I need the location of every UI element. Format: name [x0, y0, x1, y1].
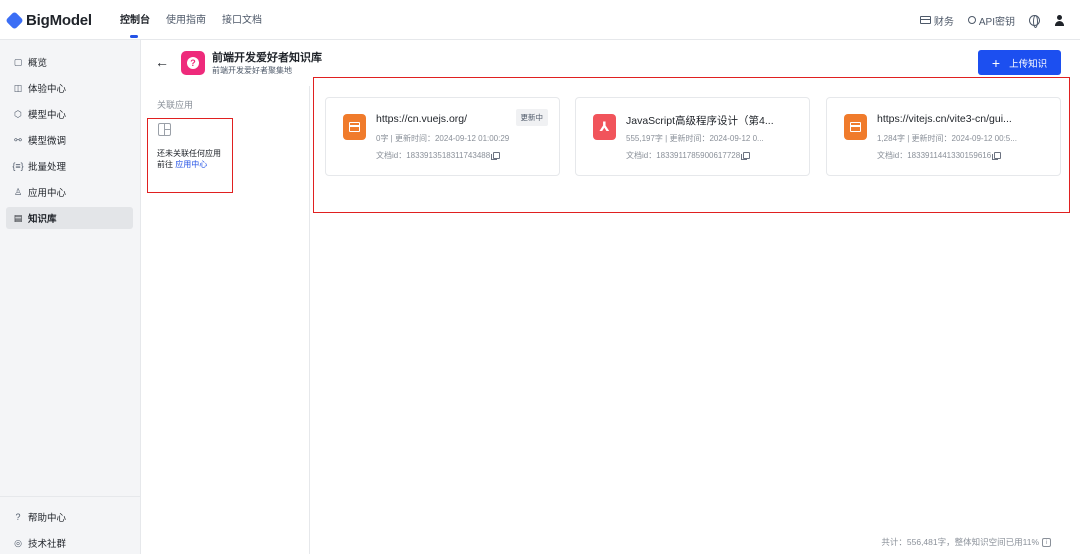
- doc-id-row: 文档id：1833913518311743488: [376, 150, 501, 161]
- sidebar-item-label: 体验中心: [28, 84, 67, 95]
- logo-text: BigModel: [26, 12, 92, 29]
- finance-link[interactable]: 财务: [919, 13, 954, 28]
- doc-id-row: 文档id：1833911785900617728: [626, 150, 751, 161]
- nav-guide[interactable]: 使用指南: [166, 0, 206, 40]
- batch-icon: {≡}: [12, 161, 24, 171]
- logo[interactable]: BigModel: [5, 11, 92, 30]
- top-right-actions: 财务 API密钥: [919, 0, 1064, 40]
- sidebar-item-apps[interactable]: ♙ 应用中心: [6, 181, 133, 203]
- finance-label: 财务: [933, 16, 954, 28]
- key-icon: [967, 16, 976, 24]
- sidebar-item-help[interactable]: ? 帮助中心: [6, 506, 133, 528]
- kb-title: 前端开发爱好者知识库: [212, 52, 322, 64]
- sidebar-item-overview[interactable]: ▢ 概览: [6, 51, 133, 73]
- knowledge-icon: ▤: [13, 212, 23, 223]
- question-icon: ?: [187, 57, 199, 69]
- goto-line: 前往 应用中心: [157, 159, 221, 170]
- sidebar-item-label: 模型中心: [28, 110, 67, 121]
- copy-icon[interactable]: [741, 152, 751, 160]
- doc-card[interactable]: https://cn.vuejs.org/ 更新中 0字 | 更新时间：2024…: [325, 97, 560, 176]
- main-panel: ← ? 前端开发爱好者知识库 前端开发爱好者聚集地 + 上传知识 关联应用 还未…: [141, 40, 1080, 554]
- sidebar-item-finetune[interactable]: ⚯ 模型微调: [6, 129, 133, 151]
- webpage-icon: [844, 114, 867, 140]
- storage-usage: 共计：556,481字，整体知识空间已用11% i: [881, 536, 1051, 548]
- goto-prefix: 前往: [157, 160, 176, 169]
- api-key-label: API密钥: [978, 16, 1015, 28]
- back-arrow-icon[interactable]: ←: [155, 54, 169, 70]
- upload-knowledge-button[interactable]: + 上传知识: [978, 50, 1061, 75]
- plus-icon: +: [991, 54, 1001, 71]
- top-bar: BigModel 控制台 使用指南 接口文档 财务 API密钥: [0, 0, 1080, 40]
- nav-console[interactable]: 控制台: [120, 0, 150, 40]
- sidebar-item-knowledge[interactable]: ▤ 知识库: [6, 207, 133, 229]
- no-apps-message: 还未关联任何应用 前往 应用中心: [157, 148, 221, 170]
- bigmodel-logo-icon: [5, 11, 24, 30]
- user-icon: [1054, 14, 1064, 26]
- sidebar-item-experience[interactable]: ◫ 体验中心: [6, 77, 133, 99]
- doc-id: 文档id：1833911785900617728: [626, 151, 741, 160]
- doc-id: 文档id：1833911441330159616: [877, 151, 992, 160]
- webpage-icon: [343, 114, 366, 140]
- language-button[interactable]: [1029, 14, 1040, 28]
- sidebar-divider: [0, 496, 141, 497]
- doc-meta: 0字 | 更新时间：2024-09-12 01:00:29: [376, 134, 510, 143]
- doc-title: https://vitejs.cn/vite3-cn/gui...: [877, 113, 1012, 125]
- sidebar-item-label: 帮助中心: [28, 513, 67, 524]
- sidebar: ▢ 概览 ◫ 体验中心 ⬡ 模型中心 ⚯ 模型微调 {≡} 批量处理 ♙ 应用中…: [0, 40, 141, 554]
- doc-card[interactable]: https://vitejs.cn/vite3-cn/gui... 1,284字…: [826, 97, 1061, 176]
- sidebar-item-label: 模型微调: [28, 136, 67, 147]
- sidebar-item-models[interactable]: ⬡ 模型中心: [6, 103, 133, 125]
- sidebar-item-label: 概览: [28, 58, 48, 69]
- cube-icon: ⬡: [14, 108, 22, 119]
- api-key-link[interactable]: API密钥: [967, 13, 1015, 28]
- pdf-icon: ⅄: [593, 114, 616, 140]
- doc-id-row: 文档id：1833911441330159616: [877, 150, 1002, 161]
- kb-avatar: ?: [181, 51, 205, 75]
- tune-icon: ⚯: [14, 134, 22, 145]
- sidebar-item-label: 技术社群: [28, 539, 67, 550]
- doc-meta: 1,284字 | 更新时间：2024-09-12 00:5...: [877, 134, 1017, 143]
- associated-apps-heading: 关联应用: [157, 100, 194, 110]
- community-icon: ◎: [14, 537, 22, 548]
- upload-label: 上传知识: [1009, 58, 1048, 70]
- app-icon: ♙: [13, 186, 23, 197]
- sidebar-item-batch[interactable]: {≡} 批量处理: [6, 155, 133, 177]
- no-apps-text: 还未关联任何应用: [157, 149, 221, 158]
- copy-icon[interactable]: [491, 152, 501, 160]
- sidebar-item-label: 应用中心: [28, 188, 67, 199]
- doc-meta: 555,197字 | 更新时间：2024-09-12 0...: [626, 134, 764, 143]
- storage-usage-text: 共计：556,481字，整体知识空间已用11%: [881, 537, 1039, 547]
- sidebar-item-label: 知识库: [28, 214, 57, 225]
- kb-subtitle: 前端开发爱好者聚集地: [212, 66, 292, 75]
- help-icon: ?: [15, 512, 21, 522]
- top-nav: 控制台 使用指南 接口文档: [120, 0, 262, 40]
- globe-icon: [1029, 14, 1040, 28]
- status-badge: 更新中: [515, 109, 548, 126]
- app-center-link[interactable]: 应用中心: [175, 160, 207, 169]
- sidebar-item-community[interactable]: ◎ 技术社群: [6, 532, 133, 554]
- doc-title: JavaScript高级程序设计（第4...: [626, 115, 774, 127]
- experience-icon: ◫: [13, 82, 23, 93]
- monitor-icon: ▢: [13, 56, 23, 67]
- layout-grid-icon: [158, 123, 171, 136]
- doc-id: 文档id：1833913518311743488: [376, 151, 491, 160]
- sidebar-item-label: 批量处理: [28, 162, 67, 173]
- info-icon[interactable]: i: [1042, 537, 1051, 547]
- doc-card[interactable]: ⅄ JavaScript高级程序设计（第4... 555,197字 | 更新时间…: [575, 97, 810, 176]
- copy-icon[interactable]: [992, 152, 1002, 160]
- user-menu-button[interactable]: [1054, 14, 1064, 26]
- wallet-icon: [919, 16, 931, 24]
- associated-apps-panel: 关联应用 还未关联任何应用 前往 应用中心: [141, 86, 310, 554]
- nav-api-docs[interactable]: 接口文档: [222, 0, 262, 40]
